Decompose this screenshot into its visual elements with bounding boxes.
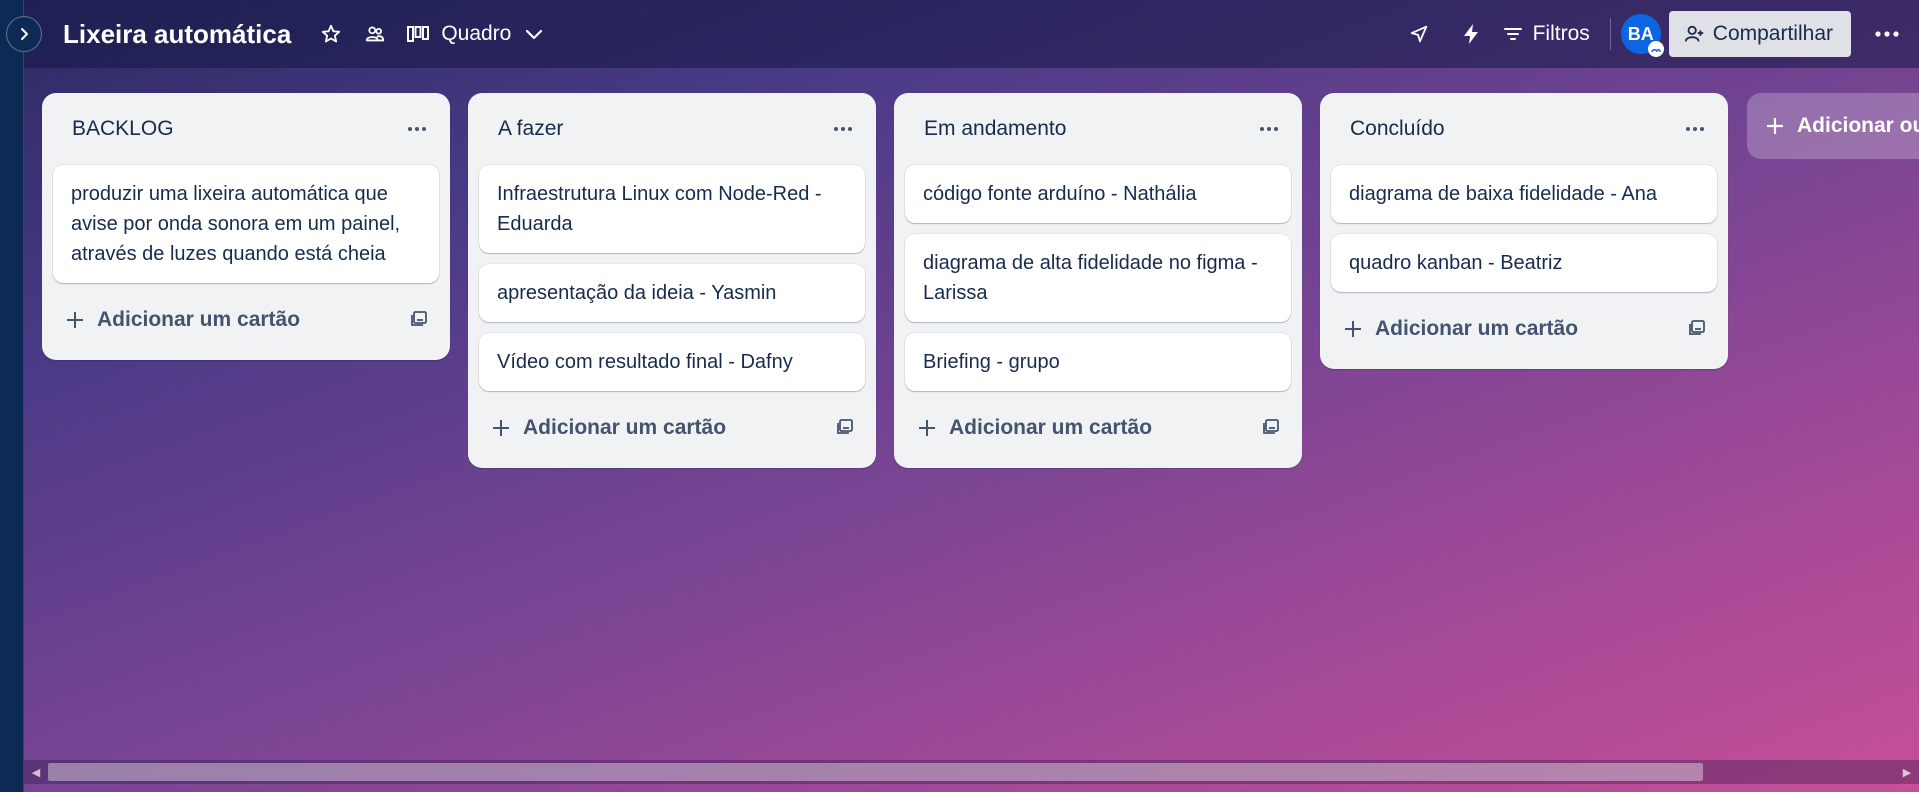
add-card-label: Adicionar um cartão (1375, 317, 1579, 340)
avatar[interactable]: BA (1620, 14, 1664, 57)
list-title[interactable]: Em andamento (924, 117, 1066, 141)
card[interactable]: diagrama de alta fidelidade no figma - L… (905, 234, 1291, 322)
workspace-visibility-icon (366, 26, 385, 42)
add-card-button[interactable]: Adicionar um cartão (1343, 317, 1578, 341)
scroll-right-arrow[interactable]: ▶ (1899, 764, 1915, 780)
rocket-icon (1410, 25, 1427, 43)
add-card-button[interactable]: Adicionar um cartão (917, 416, 1152, 440)
workspace-visibility-icon (1651, 48, 1661, 53)
board-title[interactable]: Lixeira automática (63, 19, 291, 50)
admin-badge (1647, 41, 1664, 57)
star-button[interactable] (313, 16, 349, 52)
automation-button[interactable] (1453, 16, 1489, 52)
avatar-initials: BA (1627, 23, 1654, 44)
share-label: Compartilhar (1712, 22, 1833, 45)
card[interactable]: produzir uma lixeira automática que avis… (53, 165, 439, 283)
plus-icon (1767, 118, 1783, 134)
horizontal-scrollbar[interactable]: ◀ ▶ (24, 760, 1919, 784)
list-title[interactable]: BACKLOG (72, 117, 174, 141)
header-actions: Filtros BA Compartilhar (1401, 0, 1919, 68)
more-icon (834, 127, 852, 131)
board-view-icon (407, 26, 430, 42)
card[interactable]: código fonte arduíno - Nathália (905, 165, 1291, 223)
add-member-icon (1684, 25, 1703, 42)
board-header: Lixeira automática Quadro Filtros BA Com… (24, 0, 1919, 68)
list-menu-button[interactable] (1253, 113, 1285, 145)
add-card-row: Adicionar um cartão (905, 402, 1291, 454)
add-card-button[interactable]: Adicionar um cartão (491, 416, 726, 440)
create-from-template-button[interactable] (1687, 317, 1707, 342)
add-card-button[interactable]: Adicionar um cartão (65, 308, 300, 332)
header-divider (1609, 18, 1611, 50)
plus-icon (919, 420, 935, 436)
scroll-left-arrow[interactable]: ◀ (28, 764, 44, 780)
view-label: Quadro (441, 22, 512, 45)
more-icon (408, 127, 426, 131)
add-list-label: Adicionar ou (1797, 114, 1919, 137)
add-card-label: Adicionar um cartão (523, 416, 727, 439)
visibility-button[interactable] (357, 16, 393, 52)
card[interactable]: quadro kanban - Beatriz (1331, 234, 1717, 292)
list-title[interactable]: Concluído (1350, 117, 1445, 141)
scrollbar-thumb[interactable] (48, 763, 1703, 781)
share-button[interactable]: Compartilhar (1668, 11, 1851, 57)
list-em-andamento: Em andamento código fonte arduíno - Nath… (894, 93, 1302, 468)
create-from-template-button[interactable] (409, 308, 429, 333)
expand-sidebar-button[interactable] (6, 16, 42, 52)
card[interactable]: Briefing - grupo (905, 333, 1291, 391)
board-menu-button[interactable] (1869, 16, 1905, 52)
add-card-row: Adicionar um cartão (53, 294, 439, 346)
add-card-row: Adicionar um cartão (1331, 303, 1717, 355)
card-template-icon (1263, 418, 1279, 434)
add-card-row: Adicionar um cartão (479, 402, 865, 454)
card[interactable]: Vídeo com resultado final - Dafny (479, 333, 865, 391)
card[interactable]: diagrama de baixa fidelidade - Ana (1331, 165, 1717, 223)
list-title[interactable]: A fazer (498, 117, 563, 141)
card[interactable]: apresentação da ideia - Yasmin (479, 264, 865, 322)
add-card-label: Adicionar um cartão (97, 308, 301, 331)
card-template-icon (837, 418, 853, 434)
add-list-button[interactable]: Adicionar ou (1747, 93, 1919, 159)
list-a-fazer: A fazer Infraestrutura Linux com Node-Re… (468, 93, 876, 468)
automation-bolt-icon (1463, 24, 1478, 44)
plus-icon (493, 420, 509, 436)
plus-icon (1345, 321, 1361, 337)
list-menu-button[interactable] (1679, 113, 1711, 145)
list-backlog: BACKLOG produzir uma lixeira automática … (42, 93, 450, 360)
create-from-template-button[interactable] (835, 416, 855, 441)
chevron-right-icon (21, 28, 28, 40)
more-icon (1875, 31, 1899, 37)
filters-button[interactable]: Filtros (1503, 22, 1590, 46)
card[interactable]: Infraestrutura Linux com Node-Red - Edua… (479, 165, 865, 253)
filter-icon (1503, 28, 1522, 40)
list-menu-button[interactable] (827, 113, 859, 145)
add-card-label: Adicionar um cartão (949, 416, 1153, 439)
filters-label: Filtros (1532, 22, 1590, 45)
power-ups-button[interactable] (1401, 16, 1437, 52)
view-switcher[interactable]: Quadro (407, 22, 545, 46)
star-icon (322, 24, 341, 43)
card-template-icon (1689, 319, 1705, 335)
list-menu-button[interactable] (401, 113, 433, 145)
card-template-icon (411, 310, 427, 326)
more-icon (1260, 127, 1278, 131)
chevron-down-icon (526, 29, 543, 40)
plus-icon (67, 312, 83, 328)
more-icon (1686, 127, 1704, 131)
list-concluido: Concluído diagrama de baixa fidelidade -… (1320, 93, 1728, 369)
left-sidebar-rail (0, 0, 24, 792)
create-from-template-button[interactable] (1261, 416, 1281, 441)
